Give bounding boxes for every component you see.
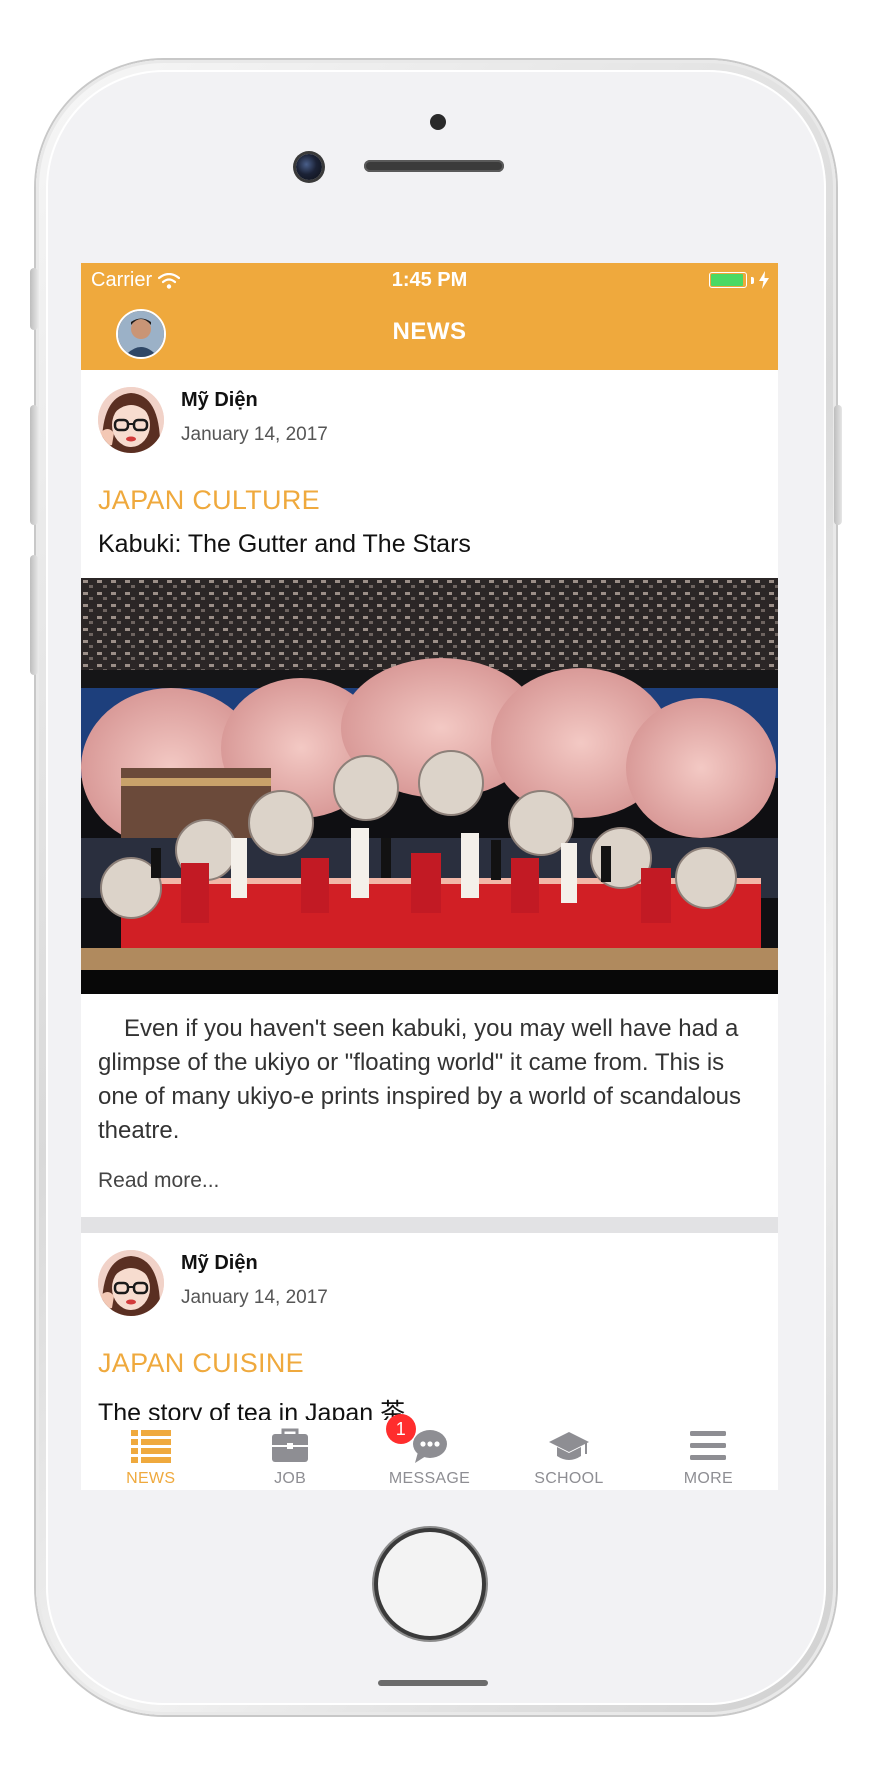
front-camera bbox=[296, 154, 322, 180]
post-header: Mỹ Diện January 14, 2017 bbox=[98, 1250, 328, 1316]
author-avatar[interactable] bbox=[98, 1250, 164, 1316]
tab-label: JOB bbox=[274, 1470, 307, 1487]
battery-indicator bbox=[709, 271, 770, 289]
post-date: January 14, 2017 bbox=[181, 424, 328, 445]
author-name[interactable]: Mỹ Diện bbox=[181, 1252, 328, 1275]
news-post-card[interactable]: Mỹ Diện January 14, 2017 JAPAN CUISINE T… bbox=[81, 1233, 778, 1420]
status-time: 1:45 PM bbox=[391, 269, 468, 291]
home-button[interactable] bbox=[378, 1532, 482, 1636]
unread-badge: 1 bbox=[385, 1414, 416, 1444]
tab-news[interactable]: NEWS bbox=[81, 1420, 220, 1490]
author-avatar-icon bbox=[98, 1250, 164, 1316]
tab-bar: NEWS JOB 1 MESSAGE SCHOOL MORE bbox=[81, 1414, 778, 1490]
tab-label: MORE bbox=[683, 1470, 733, 1487]
tab-more[interactable]: MORE bbox=[639, 1420, 778, 1490]
read-more-link[interactable]: Read more... bbox=[98, 1169, 219, 1193]
charging-bolt-icon bbox=[759, 271, 769, 289]
post-header: Mỹ Diện January 14, 2017 bbox=[98, 387, 328, 453]
kabuki-stage-image[interactable] bbox=[81, 578, 778, 994]
page-title: NEWS bbox=[392, 318, 467, 345]
mute-switch bbox=[30, 268, 38, 330]
post-category[interactable]: JAPAN CUISINE bbox=[98, 1348, 304, 1379]
post-title[interactable]: The story of tea in Japan 茶 bbox=[98, 1393, 405, 1420]
tab-message[interactable]: 1 MESSAGE bbox=[360, 1414, 499, 1490]
graduation-cap-icon bbox=[548, 1432, 589, 1460]
post-excerpt: Even if you haven't seen kabuki, you may… bbox=[98, 1015, 742, 1144]
volume-up-button bbox=[30, 405, 38, 525]
post-category[interactable]: JAPAN CULTURE bbox=[98, 485, 320, 516]
news-feed[interactable]: Mỹ Diện January 14, 2017 JAPAN CULTURE K… bbox=[81, 370, 778, 1420]
proximity-sensor bbox=[430, 114, 446, 130]
list-icon bbox=[130, 1430, 171, 1463]
power-button bbox=[834, 405, 842, 525]
author-meta: Mỹ Diện January 14, 2017 bbox=[181, 389, 328, 446]
author-meta: Mỹ Diện January 14, 2017 bbox=[181, 1252, 328, 1309]
news-post-card[interactable]: Mỹ Diện January 14, 2017 JAPAN CULTURE K… bbox=[81, 370, 778, 1217]
status-bar: Carrier 1:45 PM bbox=[81, 263, 778, 297]
post-date: January 14, 2017 bbox=[181, 1287, 328, 1308]
tab-school[interactable]: SCHOOL bbox=[499, 1420, 638, 1490]
author-avatar-icon bbox=[98, 387, 164, 453]
earpiece-speaker bbox=[364, 160, 504, 172]
navigation-bar: NEWS bbox=[81, 297, 778, 370]
battery-tip bbox=[751, 276, 754, 284]
author-avatar[interactable] bbox=[98, 387, 164, 453]
tab-label: MESSAGE bbox=[388, 1470, 471, 1487]
tab-label: SCHOOL bbox=[534, 1470, 604, 1487]
battery-icon bbox=[709, 272, 747, 288]
lightning-port bbox=[378, 1680, 488, 1686]
app-screen: Carrier 1:45 PM NEWS Mỹ Diện January 14,… bbox=[81, 263, 778, 1490]
volume-down-button bbox=[30, 555, 38, 675]
battery-level bbox=[711, 274, 743, 286]
author-name[interactable]: Mỹ Diện bbox=[181, 389, 328, 412]
menu-icon bbox=[690, 1431, 727, 1460]
tab-job[interactable]: JOB bbox=[220, 1420, 359, 1490]
post-title[interactable]: Kabuki: The Gutter and The Stars bbox=[98, 530, 471, 559]
tab-label: NEWS bbox=[126, 1470, 176, 1487]
briefcase-icon bbox=[272, 1428, 309, 1462]
